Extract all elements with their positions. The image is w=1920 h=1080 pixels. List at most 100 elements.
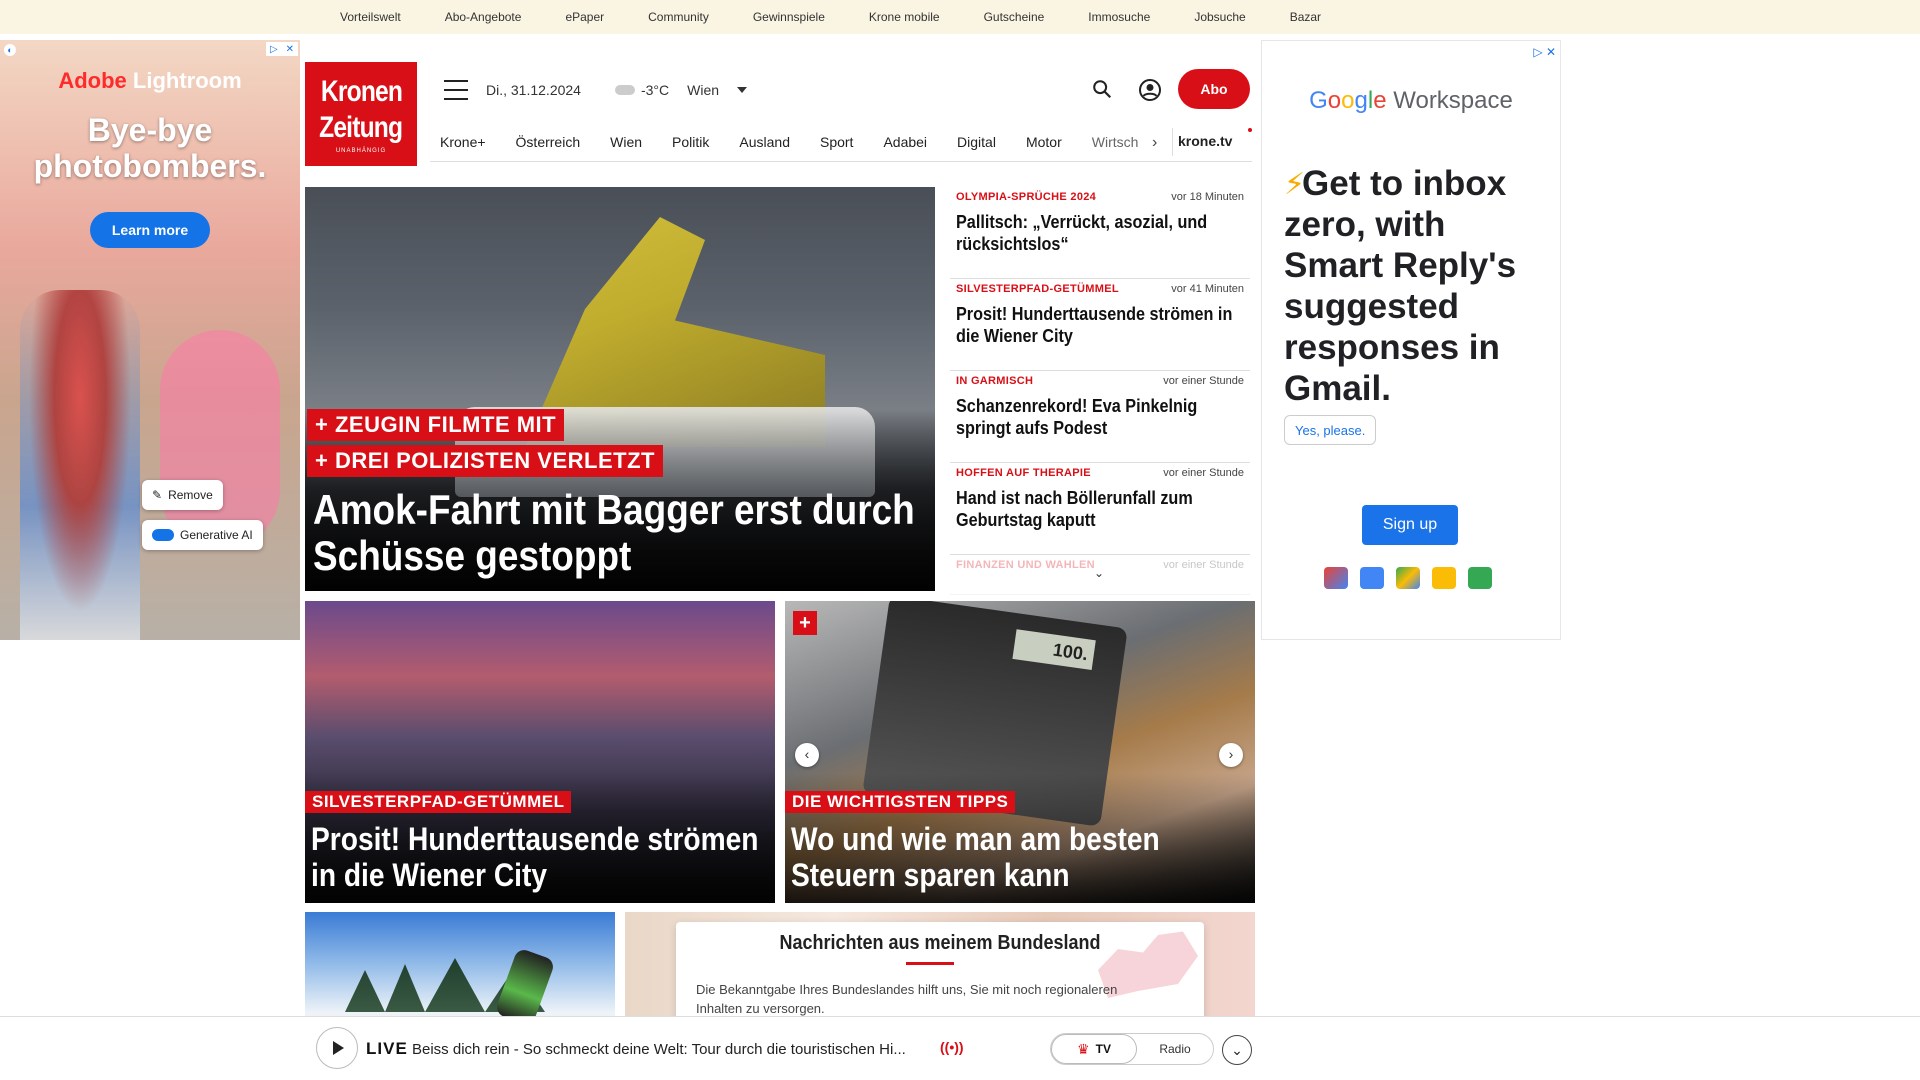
service-link-epaper[interactable]: ePaper (565, 10, 604, 24)
ad-right-google-workspace[interactable]: ▷ ✕ Google Workspace ⚡ Get to inbox zero… (1261, 40, 1561, 640)
remove-chip: ✎ Remove (142, 480, 223, 510)
drive-icon (1396, 567, 1420, 589)
ad-brand: Adobe Lightroom (58, 68, 242, 93)
cloud-icon (614, 85, 635, 95)
eraser-icon: ✎ (152, 488, 163, 502)
card-headline: Wo und wie man am besten Steuern sparen … (791, 821, 1160, 893)
broadcast-icon: ((•)) (940, 1039, 964, 1055)
ad-headline: Get to inbox zero, with Smart Reply's su… (1284, 164, 1517, 408)
nav-divider (1172, 128, 1173, 156)
play-icon (333, 1041, 344, 1055)
carousel-prev-button[interactable]: ‹ (795, 743, 819, 767)
nav-item-adabei[interactable]: Adabei (883, 134, 927, 150)
ad-person-image (20, 290, 140, 640)
nav-item-krone-tv[interactable]: krone.tv (1178, 133, 1232, 149)
bundesland-text: Die Bekanntgabe Ihres Bundeslandes hilft… (696, 982, 1118, 1016)
ad-privacy-icon[interactable]: ◐ (4, 44, 16, 56)
google-workspace-logo: Google Workspace (1309, 87, 1513, 114)
news-time: vor einer Stunde (1163, 375, 1244, 387)
hero-tag-1: + ZEUGIN FILMTE MIT (307, 409, 565, 441)
learn-more-button[interactable]: Learn more (90, 212, 210, 248)
list-item[interactable]: OLYMPIA-SPRÜCHE 2024 vor 18 Minuten Pall… (950, 187, 1250, 279)
workspace-apps (1324, 567, 1492, 589)
nav-item-politik[interactable]: Politik (672, 134, 709, 150)
gmail-icon (1324, 567, 1348, 589)
tv-option[interactable]: ♛ TV (1051, 1034, 1137, 1064)
tv-radio-toggle[interactable]: ♛ TV Radio (1050, 1033, 1214, 1065)
krone-plus-icon: + (793, 611, 817, 635)
news-time: vor einer Stunde (1163, 467, 1244, 479)
skier-image (494, 947, 556, 1027)
service-link-bazar[interactable]: Bazar (1290, 10, 1321, 24)
player-title[interactable]: Beiss dich rein - So schmeckt deine Welt… (412, 1041, 932, 1058)
calculator-display: 100. (1012, 629, 1096, 671)
hero-article[interactable]: + ZEUGIN FILMTE MIT + DREI POLIZISTEN VE… (305, 187, 935, 591)
account-icon[interactable] (1138, 78, 1162, 102)
card-headline: Prosit! Hunderttausende strömen in die W… (311, 821, 759, 893)
hero-tag-2: + DREI POLIZISTEN VERLETZT (307, 445, 663, 477)
city-select[interactable]: Wien (687, 82, 719, 98)
ad-left-lightroom[interactable]: ◐ ▷ ✕ Adobe Lightroom Bye-bye photobomber… (0, 40, 300, 640)
adchoices-icon[interactable]: ▷ ✕ (266, 42, 298, 56)
chevron-down-icon[interactable]: ⌄ (1094, 566, 1104, 580)
service-link-gewinnspiele[interactable]: Gewinnspiele (753, 10, 825, 24)
adchoices-icon[interactable]: ▷ ✕ (1533, 45, 1556, 59)
service-link-abo-angebote[interactable]: Abo-Angebote (445, 10, 522, 24)
menu-icon[interactable] (444, 80, 468, 100)
search-icon[interactable] (1091, 78, 1113, 100)
news-title: Hand ist nach Böllerunfall zum Geburtsta… (956, 488, 1193, 530)
kronen-zeitung-logo[interactable]: Kronen Zeitung UNABHÄNGIG (305, 62, 417, 166)
article-card-steuern[interactable]: 100. + ‹ › DIE WICHTIGSTEN TIPPS Wo und … (785, 601, 1255, 903)
calendar-icon (1360, 567, 1384, 589)
section-nav: Krone+ Österreich Wien Politik Ausland S… (430, 122, 1252, 162)
service-link-immosuche[interactable]: Immosuche (1088, 10, 1150, 24)
nav-item-oesterreich[interactable]: Österreich (516, 134, 581, 150)
service-link-jobsuche[interactable]: Jobsuche (1194, 10, 1245, 24)
header-row: Di., 31.12.2024 -3°C Wien (430, 68, 1252, 112)
article-card-silvesterpfad[interactable]: SILVESTERPFAD-GETÜMMEL Prosit! Hundertta… (305, 601, 775, 903)
service-link-vorteilswelt[interactable]: Vorteilswelt (340, 10, 401, 24)
list-item[interactable]: SILVESTERPFAD-GETÜMMEL vor 41 Minuten Pr… (950, 279, 1250, 371)
service-link-community[interactable]: Community (648, 10, 709, 24)
news-title: Schanzenrekord! Eva Pinkelnig springt au… (956, 396, 1198, 438)
news-time: vor 18 Minuten (1171, 191, 1244, 203)
service-bar: Vorteilswelt Abo-Angebote ePaper Communi… (0, 0, 1920, 34)
nav-item-sport[interactable]: Sport (820, 134, 853, 150)
radio-option[interactable]: Radio (1137, 1034, 1213, 1064)
chevron-down-icon[interactable]: ⌄ (1222, 1035, 1252, 1065)
abo-button[interactable]: Abo (1178, 69, 1250, 109)
list-item[interactable]: IN GARMISCH vor einer Stunde Schanzenrek… (950, 371, 1250, 463)
bundesland-title: Nachrichten aus meinem Bundesland (779, 932, 1101, 954)
service-link-krone-mobile[interactable]: Krone mobile (869, 10, 940, 24)
chevron-down-icon[interactable] (737, 87, 748, 93)
ad-photobomber-image (160, 330, 280, 550)
docs-icon (1432, 567, 1456, 589)
current-date: Di., 31.12.2024 (486, 82, 581, 98)
service-link-gutscheine[interactable]: Gutscheine (984, 10, 1045, 24)
list-item[interactable]: HOFFEN AUF THERAPIE vor einer Stunde Han… (950, 463, 1250, 555)
chevron-right-icon[interactable]: › (1152, 134, 1157, 152)
crown-icon: ♛ (1077, 1040, 1090, 1057)
sign-up-button[interactable]: Sign up (1362, 505, 1458, 545)
nav-item-kroneplus[interactable]: Krone+ (440, 134, 486, 150)
yes-please-chip[interactable]: Yes, please. (1284, 415, 1377, 445)
toggle-icon (152, 529, 174, 541)
hero-headline: Amok-Fahrt mit Bagger erst durch Schüsse… (313, 486, 915, 579)
play-button[interactable] (316, 1027, 358, 1069)
ad-headline: Bye-bye photobombers. (33, 112, 267, 184)
live-player-bar: LIVE Beiss dich rein - So schmeckt deine… (0, 1016, 1920, 1080)
nav-item-ausland[interactable]: Ausland (739, 134, 790, 150)
nav-item-wirtschaft[interactable]: Wirtsch (1092, 134, 1139, 150)
news-title: Prosit! Hunderttausende strömen in die W… (956, 304, 1233, 346)
nav-item-wien[interactable]: Wien (610, 134, 642, 150)
generative-ai-chip: Generative AI (142, 520, 263, 550)
card-tag: SILVESTERPFAD-GETÜMMEL (305, 791, 572, 813)
live-dot (1248, 128, 1252, 132)
carousel-next-button[interactable]: › (1219, 743, 1243, 767)
card-tag: DIE WICHTIGSTEN TIPPS (785, 791, 1016, 813)
live-label: LIVE (366, 1039, 408, 1058)
news-title: Pallitsch: „Verrückt, asozial, und rücks… (956, 212, 1208, 254)
nav-item-motor[interactable]: Motor (1026, 134, 1062, 150)
weather[interactable]: -3°C (614, 82, 669, 98)
nav-item-digital[interactable]: Digital (957, 134, 996, 150)
